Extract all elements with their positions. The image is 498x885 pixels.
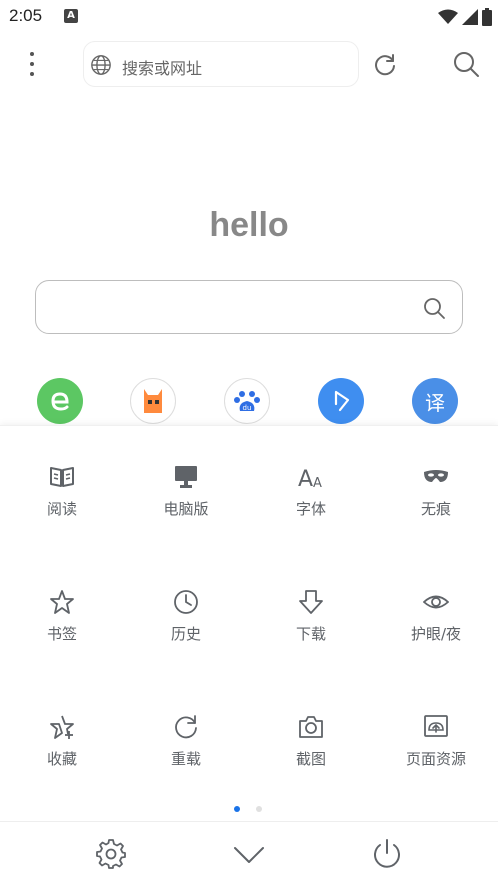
globe-icon bbox=[91, 55, 111, 75]
status-app-icon: A bbox=[64, 9, 78, 23]
reload-icon bbox=[175, 715, 197, 739]
star-icon bbox=[50, 590, 74, 614]
menu-item-downloads[interactable]: 下载 bbox=[249, 589, 373, 659]
status-time: 2:05 bbox=[9, 6, 43, 25]
status-bar: 2:05 A bbox=[0, 0, 498, 34]
status-indicators bbox=[438, 7, 492, 27]
menu-item-eye-night[interactable]: 护眼/夜 bbox=[374, 589, 498, 659]
menu-item-label: 重载 bbox=[170, 750, 201, 768]
menu-item-label: 收藏 bbox=[46, 750, 77, 768]
menu-item-label: 页面资源 bbox=[405, 750, 466, 768]
page-indicator bbox=[234, 806, 264, 814]
power-icon[interactable] bbox=[371, 838, 403, 870]
menu-item-screenshot[interactable]: 截图 bbox=[249, 714, 373, 784]
wifi-icon bbox=[438, 9, 458, 24]
menu-item-font[interactable]: A A 字体 bbox=[249, 464, 373, 534]
address-placeholder: 搜索或网址 bbox=[122, 59, 203, 78]
image-resource-icon bbox=[424, 715, 448, 737]
page-dot-active[interactable] bbox=[234, 806, 240, 812]
e-browser-icon[interactable] bbox=[37, 378, 83, 424]
menu-item-label: 电脑版 bbox=[163, 500, 209, 518]
refresh-icon[interactable] bbox=[372, 52, 398, 78]
menu-item-label: 历史 bbox=[170, 625, 201, 643]
menu-item-label: 书签 bbox=[46, 625, 77, 643]
menu-item-incognito[interactable]: 无痕 bbox=[374, 464, 498, 534]
address-bar[interactable]: 搜索或网址 bbox=[83, 41, 359, 87]
monitor-icon bbox=[175, 466, 197, 488]
book-icon bbox=[50, 467, 74, 487]
menu-item-label: 阅读 bbox=[46, 500, 77, 518]
menu-item-history[interactable]: 历史 bbox=[124, 589, 248, 659]
eye-icon bbox=[423, 595, 449, 609]
svg-text:du: du bbox=[243, 404, 252, 412]
page-dot[interactable] bbox=[256, 806, 262, 812]
menu-item-label: 字体 bbox=[295, 500, 326, 518]
browser-toolbar: 搜索或网址 bbox=[0, 40, 498, 90]
star-plus-icon bbox=[50, 715, 74, 739]
shortcut-row: du 译 bbox=[0, 378, 498, 428]
llama-icon[interactable] bbox=[130, 378, 176, 424]
menu-item-favorite[interactable]: 收藏 bbox=[0, 714, 124, 784]
menu-item-label: 无痕 bbox=[420, 500, 451, 518]
camera-icon bbox=[299, 716, 323, 738]
menu-item-reload[interactable]: 重载 bbox=[124, 714, 248, 784]
signal-icon bbox=[462, 9, 478, 25]
clock-icon bbox=[174, 590, 198, 614]
battery-icon bbox=[482, 8, 492, 26]
chevron-down-icon[interactable] bbox=[233, 838, 265, 870]
translate-icon[interactable]: 译 bbox=[412, 378, 458, 424]
svg-text:A: A bbox=[313, 476, 322, 490]
menu-item-label: 护眼/夜 bbox=[410, 625, 462, 643]
bottom-bar bbox=[0, 821, 498, 885]
search-icon[interactable] bbox=[452, 50, 480, 78]
menu-item-page-resources[interactable]: 页面资源 bbox=[374, 714, 498, 784]
gear-icon[interactable] bbox=[95, 838, 127, 870]
menu-item-bookmarks[interactable]: 书签 bbox=[0, 589, 124, 659]
menu-item-desktop[interactable]: 电脑版 bbox=[124, 464, 248, 534]
download-arrow-icon bbox=[299, 590, 323, 614]
svg-text:A: A bbox=[298, 467, 313, 490]
more-vertical-icon[interactable] bbox=[20, 50, 44, 80]
menu-item-label: 截图 bbox=[295, 750, 326, 768]
mask-icon bbox=[424, 470, 448, 482]
home-search-box[interactable] bbox=[35, 280, 463, 334]
arrow-cursor-icon[interactable] bbox=[318, 378, 364, 424]
search-icon[interactable] bbox=[422, 296, 446, 320]
baidu-paw-icon[interactable]: du bbox=[224, 378, 270, 424]
menu-item-label: 下载 bbox=[295, 625, 326, 643]
menu-item-reading[interactable]: 阅读 bbox=[0, 464, 124, 534]
font-icon: A A bbox=[298, 467, 322, 490]
home-title: hello bbox=[209, 206, 289, 244]
translate-icon-label: 译 bbox=[425, 390, 445, 415]
